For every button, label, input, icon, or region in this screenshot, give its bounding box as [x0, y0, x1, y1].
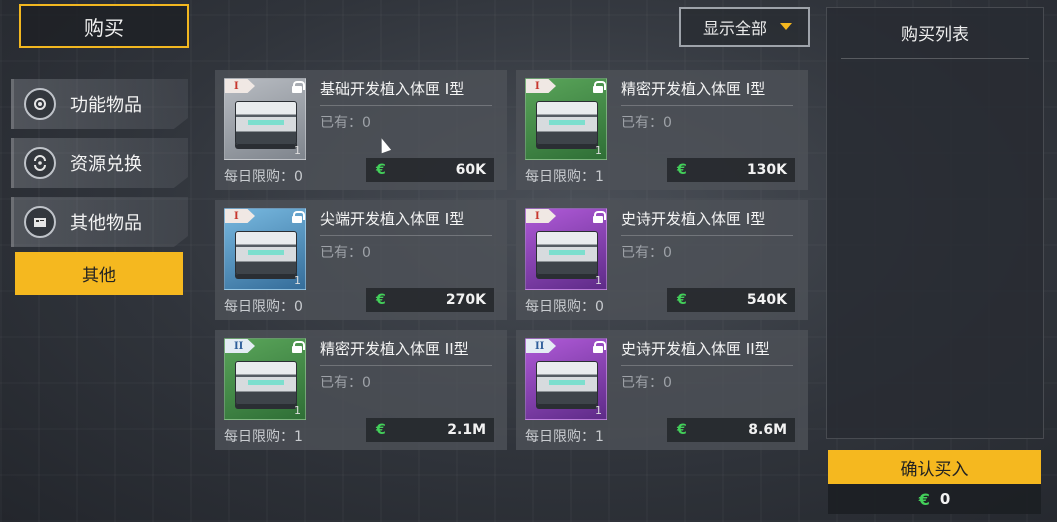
tier-badge: I: [526, 209, 556, 223]
exchange-icon: [24, 147, 56, 179]
confirm-purchase-button[interactable]: 确认买入: [828, 450, 1041, 484]
item-quantity: 1: [595, 404, 602, 417]
sidebar-item-label: 功能物品: [70, 95, 142, 116]
buy-tab-header: 购买: [19, 4, 189, 48]
item-name: 史诗开发植入体匣 II型: [621, 338, 793, 366]
item-name: 基础开发植入体匣 I型: [320, 78, 492, 106]
item-owned: 已有：0: [621, 375, 672, 391]
item-thumbnail: I 1: [525, 208, 607, 290]
daily-limit: 每日限购：0: [224, 169, 303, 185]
price-amount: 130K: [746, 162, 787, 178]
price-tag[interactable]: € 8.6M: [667, 418, 795, 442]
crate-icon: [536, 361, 598, 405]
currency-icon: €: [677, 422, 687, 438]
daily-limit: 每日限购：0: [525, 299, 604, 315]
item-name: 尖端开发植入体匣 I型: [320, 208, 492, 236]
item-card[interactable]: I 1 尖端开发植入体匣 I型 已有：0 每日限购：0 € 270K: [215, 200, 507, 320]
price-tag[interactable]: € 540K: [667, 288, 795, 312]
price-amount: 60K: [455, 162, 486, 178]
currency-icon: €: [677, 292, 687, 308]
price-amount: 8.6M: [748, 422, 787, 438]
sidebar-item-resource-exchange[interactable]: 资源兑换: [11, 138, 188, 188]
daily-limit: 每日限购：1: [525, 429, 604, 445]
sidebar-item-label: 其他物品: [70, 213, 142, 234]
crate-icon: [235, 361, 297, 405]
item-owned: 已有：0: [320, 245, 371, 261]
chevron-down-icon: [780, 23, 792, 30]
lock-icon: [593, 211, 606, 223]
crate-icon: [235, 101, 297, 145]
total-amount: 0: [939, 490, 951, 508]
item-card[interactable]: II 1 史诗开发植入体匣 II型 已有：0 每日限购：1 € 8.6M: [516, 330, 808, 450]
item-owned: 已有：0: [621, 245, 672, 261]
crate-icon: [235, 231, 297, 275]
tier-badge: II: [225, 339, 255, 353]
daily-limit: 每日限购：1: [224, 429, 303, 445]
daily-limit: 每日限购：0: [224, 299, 303, 315]
divider: [841, 58, 1029, 59]
item-card[interactable]: I 1 基础开发植入体匣 I型 已有：0 每日限购：0 € 60K: [215, 70, 507, 190]
box-icon: [24, 206, 56, 238]
tier-badge: II: [526, 339, 556, 353]
item-owned: 已有：0: [320, 115, 371, 131]
price-amount: 2.1M: [447, 422, 486, 438]
item-quantity: 1: [294, 144, 301, 157]
lock-icon: [292, 81, 305, 93]
price-amount: 270K: [445, 292, 486, 308]
item-thumbnail: I 1: [224, 78, 306, 160]
item-thumbnail: I 1: [525, 78, 607, 160]
tier-badge: I: [225, 209, 255, 223]
gear-icon: [24, 88, 56, 120]
purchase-total: € 0: [828, 484, 1041, 514]
item-quantity: 1: [595, 274, 602, 287]
purchase-list-panel: 购买列表: [826, 7, 1044, 439]
price-tag[interactable]: € 270K: [366, 288, 494, 312]
lock-icon: [593, 81, 606, 93]
price-tag[interactable]: € 60K: [366, 158, 494, 182]
price-tag[interactable]: € 130K: [667, 158, 795, 182]
item-thumbnail: I 1: [224, 208, 306, 290]
currency-icon: €: [376, 162, 386, 178]
currency-icon: €: [677, 162, 687, 178]
sidebar-item-label: 资源兑换: [70, 154, 142, 175]
purchase-list-title: 购买列表: [901, 25, 969, 45]
item-owned: 已有：0: [621, 115, 672, 131]
tier-badge: I: [526, 79, 556, 93]
crate-icon: [536, 101, 598, 145]
item-quantity: 1: [595, 144, 602, 157]
filter-label: 显示全部: [703, 19, 768, 38]
other-category-button[interactable]: 其他: [15, 252, 183, 295]
price-tag[interactable]: € 2.1M: [366, 418, 494, 442]
sidebar-item-functional[interactable]: 功能物品: [11, 79, 188, 129]
sidebar-item-other-items[interactable]: 其他物品: [11, 197, 188, 247]
item-name: 精密开发植入体匣 I型: [621, 78, 793, 106]
item-quantity: 1: [294, 404, 301, 417]
item-quantity: 1: [294, 274, 301, 287]
item-thumbnail: II 1: [224, 338, 306, 420]
daily-limit: 每日限购：1: [525, 169, 604, 185]
lock-icon: [292, 341, 305, 353]
filter-dropdown[interactable]: 显示全部: [679, 7, 810, 47]
item-owned: 已有：0: [320, 375, 371, 391]
item-name: 史诗开发植入体匣 I型: [621, 208, 793, 236]
tier-badge: I: [225, 79, 255, 93]
currency-icon: €: [376, 422, 386, 438]
currency-icon: €: [376, 292, 386, 308]
item-thumbnail: II 1: [525, 338, 607, 420]
item-name: 精密开发植入体匣 II型: [320, 338, 492, 366]
crate-icon: [536, 231, 598, 275]
item-card[interactable]: II 1 精密开发植入体匣 II型 已有：0 每日限购：1 € 2.1M: [215, 330, 507, 450]
currency-icon: €: [918, 489, 930, 509]
lock-icon: [593, 341, 606, 353]
item-card[interactable]: I 1 史诗开发植入体匣 I型 已有：0 每日限购：0 € 540K: [516, 200, 808, 320]
lock-icon: [292, 211, 305, 223]
item-card[interactable]: I 1 精密开发植入体匣 I型 已有：0 每日限购：1 € 130K: [516, 70, 808, 190]
price-amount: 540K: [746, 292, 787, 308]
